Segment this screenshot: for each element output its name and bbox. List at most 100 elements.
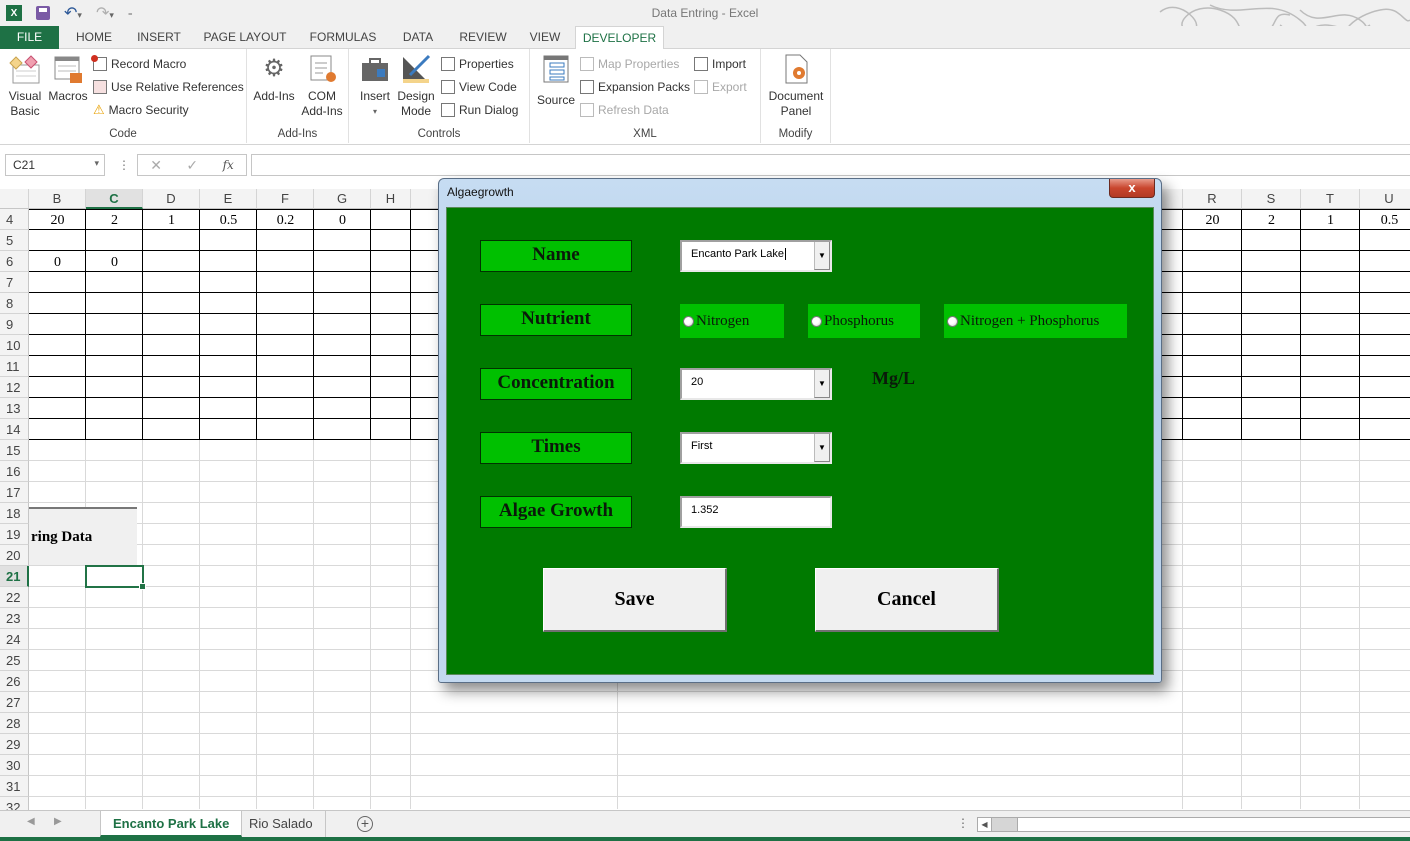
tab-developer[interactable]: DEVELOPER [575, 26, 664, 50]
source-button[interactable]: Source [534, 53, 578, 108]
name-box[interactable]: C21 ▾ [5, 154, 105, 176]
scroll-tabs-right-icon[interactable]: ▶ [54, 816, 62, 827]
tab-formulas[interactable]: FORMULAS [303, 26, 383, 49]
cell-c4[interactable]: 2 [86, 210, 143, 231]
row-header-25[interactable]: 25 [0, 650, 29, 671]
import-button[interactable]: Import [694, 55, 746, 73]
scrollbar-thumb[interactable] [992, 818, 1018, 831]
column-header-h[interactable]: H [371, 189, 411, 209]
map-properties-button[interactable]: Map Properties [580, 55, 679, 73]
save-button[interactable]: Save [543, 568, 727, 632]
cell-u4[interactable]: 0.5 [1360, 210, 1410, 231]
cancel-button[interactable]: Cancel [815, 568, 999, 632]
tab-home[interactable]: HOME [65, 26, 123, 49]
column-header-f[interactable]: F [257, 189, 314, 209]
row-header-17[interactable]: 17 [0, 482, 29, 503]
row-header-27[interactable]: 27 [0, 692, 29, 713]
macro-security-button[interactable]: ⚠ Macro Security [93, 101, 189, 119]
refresh-data-button[interactable]: Refresh Data [580, 101, 669, 119]
row-header-22[interactable]: 22 [0, 587, 29, 608]
cell-d4[interactable]: 1 [143, 210, 200, 231]
view-code-button[interactable]: View Code [441, 78, 517, 96]
cancel-entry-icon[interactable]: ✕ [150, 157, 162, 174]
row-header-28[interactable]: 28 [0, 713, 29, 734]
tab-insert[interactable]: INSERT [130, 26, 188, 49]
sheet-tab-encanto-park-lake[interactable]: Encanto Park Lake [100, 811, 243, 837]
cell-c6[interactable]: 0 [86, 252, 143, 273]
cell-r4[interactable]: 20 [1183, 210, 1242, 231]
name-combobox[interactable]: Encanto Park Lake ▼ [680, 240, 832, 272]
select-all-corner[interactable] [0, 189, 29, 209]
row-header-9[interactable]: 9 [0, 314, 29, 335]
export-button[interactable]: Export [694, 78, 747, 96]
add-ins-button[interactable]: ⚙ Add-Ins [251, 53, 297, 104]
row-header-8[interactable]: 8 [0, 293, 29, 314]
cell-s4[interactable]: 2 [1242, 210, 1301, 231]
more-options-icon[interactable]: ⋮ [118, 158, 130, 172]
column-header-t[interactable]: T [1301, 189, 1360, 209]
row-header-7[interactable]: 7 [0, 272, 29, 293]
insert-function-icon[interactable]: fx [223, 158, 234, 172]
add-sheet-icon[interactable]: + [357, 816, 373, 832]
column-header-d[interactable]: D [143, 189, 200, 209]
row-header-14[interactable]: 14 [0, 419, 29, 440]
document-panel-button[interactable]: Document Panel [764, 53, 828, 119]
column-header-r[interactable]: R [1183, 189, 1242, 209]
row-header-11[interactable]: 11 [0, 356, 29, 377]
visual-basic-button[interactable]: Visual Basic [4, 53, 46, 119]
enter-data-sheet-button[interactable]: ring Data [29, 507, 137, 565]
tab-split-handle[interactable]: ⋮ [957, 816, 969, 830]
tab-view[interactable]: VIEW [522, 26, 568, 49]
cell-e4[interactable]: 0.5 [200, 210, 257, 231]
column-header-c[interactable]: C [86, 189, 143, 209]
row-header-10[interactable]: 10 [0, 335, 29, 356]
macros-button[interactable]: Macros [46, 53, 90, 104]
close-button[interactable]: x [1109, 179, 1155, 198]
name-dropdown-button[interactable]: ▼ [814, 242, 830, 270]
radio-nitrogen-phosphorus[interactable]: Nitrogen + Phosphorus [944, 304, 1127, 338]
cell-t4[interactable]: 1 [1301, 210, 1360, 231]
row-header-19[interactable]: 19 [0, 524, 29, 545]
row-header-29[interactable]: 29 [0, 734, 29, 755]
selected-cell-c21[interactable] [85, 565, 146, 590]
row-header-5[interactable]: 5 [0, 230, 29, 251]
row-header-24[interactable]: 24 [0, 629, 29, 650]
enter-entry-icon[interactable]: ✓ [186, 157, 198, 174]
row-header-30[interactable]: 30 [0, 755, 29, 776]
row-header-4[interactable]: 4 [0, 209, 29, 230]
times-combobox[interactable]: First ▼ [680, 432, 832, 464]
column-header-u[interactable]: U [1360, 189, 1410, 209]
run-dialog-button[interactable]: Run Dialog [441, 101, 518, 119]
cell-f4[interactable]: 0.2 [257, 210, 314, 231]
use-relative-references-button[interactable]: Use Relative References [93, 78, 244, 96]
row-header-26[interactable]: 26 [0, 671, 29, 692]
row-header-18[interactable]: 18 [0, 503, 29, 524]
com-add-ins-button[interactable]: COM Add-Ins [299, 53, 345, 119]
record-macro-button[interactable]: Record Macro [91, 55, 186, 73]
cell-b6[interactable]: 0 [29, 252, 86, 273]
row-header-21[interactable]: 21 [0, 566, 29, 587]
concentration-dropdown-button[interactable]: ▼ [814, 370, 830, 398]
cell-g4[interactable]: 0 [314, 210, 371, 231]
row-header-15[interactable]: 15 [0, 440, 29, 461]
radio-nitrogen[interactable]: Nitrogen [680, 304, 784, 338]
tab-page-layout[interactable]: PAGE LAYOUT [196, 26, 294, 49]
column-header-b[interactable]: B [29, 189, 86, 209]
properties-button[interactable]: Properties [441, 55, 514, 73]
horizontal-scrollbar[interactable]: ◀ [977, 817, 1410, 832]
chevron-down-icon[interactable]: ▾ [94, 158, 99, 169]
tab-review[interactable]: REVIEW [453, 26, 513, 49]
row-header-31[interactable]: 31 [0, 776, 29, 797]
row-header-16[interactable]: 16 [0, 461, 29, 482]
times-dropdown-button[interactable]: ▼ [814, 434, 830, 462]
cell-b4[interactable]: 20 [29, 210, 86, 231]
scroll-left-icon[interactable]: ◀ [978, 818, 992, 831]
tab-file[interactable]: FILE [0, 26, 59, 49]
sheet-tab-rio-salado[interactable]: Rio Salado [237, 811, 326, 837]
formula-input[interactable] [251, 154, 1410, 176]
column-header-e[interactable]: E [200, 189, 257, 209]
row-header-6[interactable]: 6 [0, 251, 29, 272]
tab-data[interactable]: DATA [394, 26, 442, 49]
row-header-23[interactable]: 23 [0, 608, 29, 629]
column-header-g[interactable]: G [314, 189, 371, 209]
